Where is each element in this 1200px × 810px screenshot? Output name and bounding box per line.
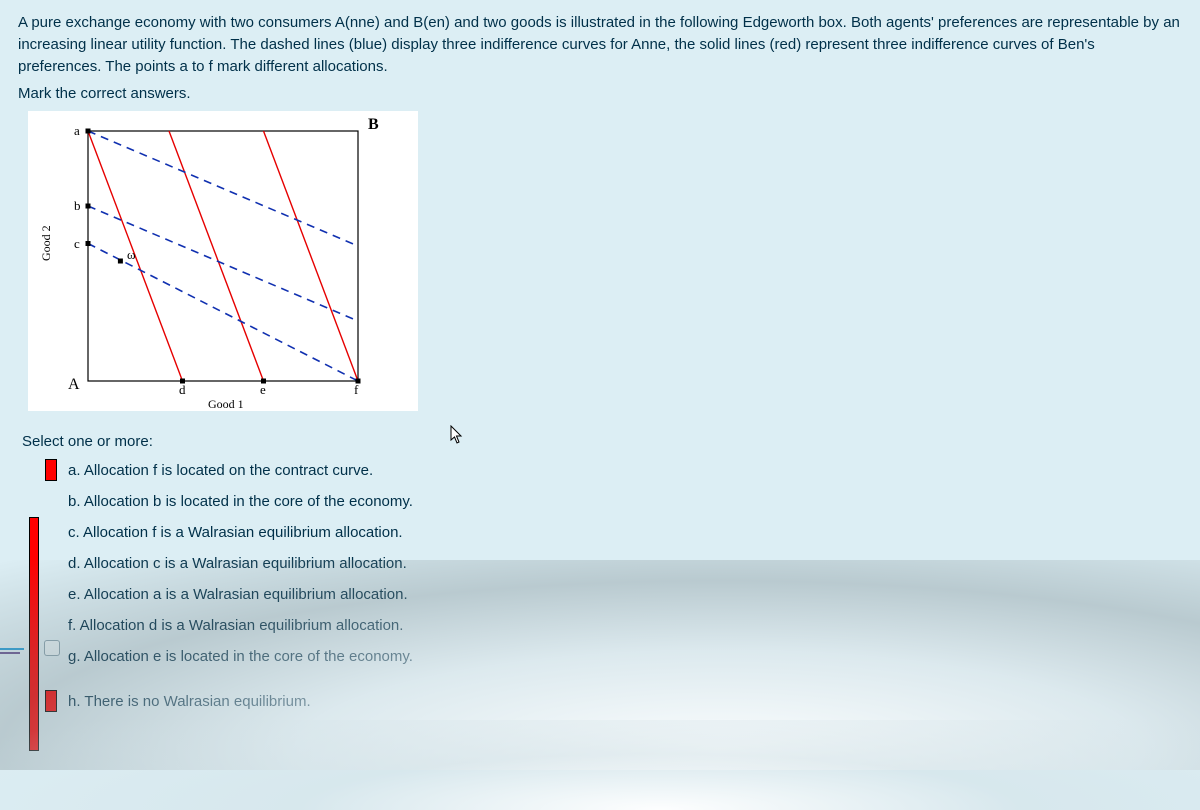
point-e-label: e <box>260 382 266 397</box>
edgeworth-svg: a b c ω d e f A B Good 1 Good 2 <box>28 111 418 411</box>
option-h-marker <box>46 691 56 711</box>
option-b[interactable]: b. Allocation b is located in the core o… <box>46 491 1182 512</box>
option-c-label: c. Allocation f is a Walrasian equilibri… <box>68 522 403 543</box>
question-page: A pure exchange economy with two consume… <box>0 0 1200 810</box>
edgeworth-figure: a b c ω d e f A B Good 1 Good 2 <box>28 111 418 411</box>
option-a-marker <box>46 460 56 480</box>
option-b-marker <box>46 491 56 511</box>
option-f[interactable]: f. Allocation d is a Walrasian equilibri… <box>46 615 1182 636</box>
point-b-label: b <box>74 198 81 213</box>
point-d-label: d <box>179 382 186 397</box>
question-paragraph: A pure exchange economy with two consume… <box>18 12 1182 77</box>
option-a[interactable]: a. Allocation f is located on the contra… <box>46 460 1182 481</box>
option-d[interactable]: d. Allocation c is a Walrasian equilibri… <box>46 553 1182 574</box>
option-e-checkbox[interactable] <box>44 640 60 656</box>
haze-overlay-2 <box>0 720 1200 810</box>
option-e-label: e. Allocation a is a Walrasian equilibri… <box>68 584 408 605</box>
option-g[interactable]: g. Allocation e is located in the core o… <box>46 646 1182 667</box>
point-a-label: a <box>74 123 80 138</box>
option-d-marker <box>46 553 56 573</box>
option-h[interactable]: h. There is no Walrasian equilibrium. <box>46 691 1182 712</box>
x-axis-label: Good 1 <box>208 397 244 411</box>
option-b-label: b. Allocation b is located in the core o… <box>68 491 413 512</box>
option-e-marker <box>46 584 56 604</box>
point-c-label: c <box>74 236 80 251</box>
option-f-marker <box>46 615 56 635</box>
option-a-label: a. Allocation f is located on the contra… <box>68 460 373 481</box>
question-text: A pure exchange economy with two consume… <box>18 12 1182 105</box>
question-instruction: Mark the correct answers. <box>18 83 1182 105</box>
options-list: a. Allocation f is located on the contra… <box>46 460 1182 712</box>
point-f-label: f <box>354 382 359 397</box>
select-prompt: Select one or more: <box>22 433 1182 450</box>
option-d-label: d. Allocation c is a Walrasian equilibri… <box>68 553 407 574</box>
option-f-label: f. Allocation d is a Walrasian equilibri… <box>68 615 403 636</box>
left-edge-ticks <box>0 648 24 654</box>
option-h-label: h. There is no Walrasian equilibrium. <box>68 691 311 712</box>
answer-indicator-stripe <box>30 518 38 750</box>
option-g-label: g. Allocation e is located in the core o… <box>68 646 413 667</box>
option-c[interactable]: c. Allocation f is a Walrasian equilibri… <box>46 522 1182 543</box>
corner-A: A <box>68 376 80 393</box>
corner-B: B <box>368 116 379 133</box>
option-c-marker <box>46 522 56 542</box>
point-omega-label: ω <box>127 247 136 262</box>
option-e[interactable]: e. Allocation a is a Walrasian equilibri… <box>46 584 1182 605</box>
y-axis-label: Good 2 <box>39 225 53 261</box>
